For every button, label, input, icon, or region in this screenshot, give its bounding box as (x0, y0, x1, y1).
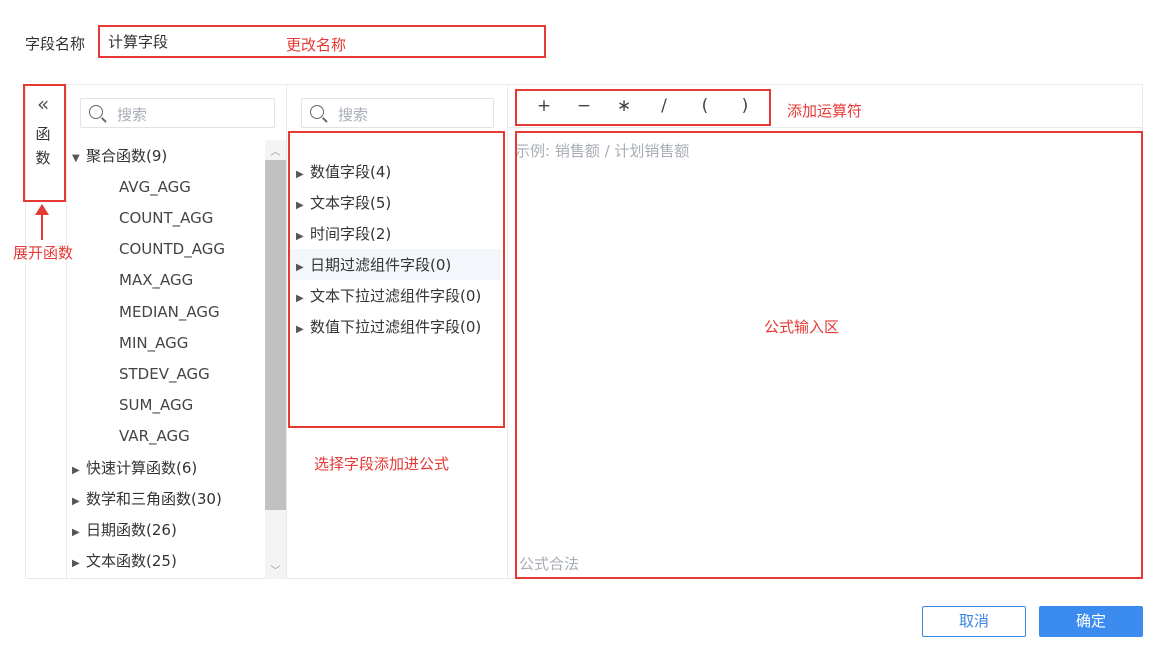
function-group-math[interactable]: ▶ 数学和三角函数(30) (72, 489, 222, 512)
caret-right-icon: ▶ (72, 465, 80, 476)
divider (507, 85, 508, 579)
function-group-date[interactable]: ▶ 日期函数(26) (72, 520, 177, 543)
search-icon (310, 105, 324, 119)
scroll-up-icon[interactable]: ︿ (265, 143, 286, 158)
scrollbar-thumb[interactable] (265, 160, 286, 510)
divider (66, 85, 67, 579)
function-group-quick-calc[interactable]: ▶ 快速计算函数(6) (72, 458, 197, 481)
search-placeholder: 搜索 (338, 106, 369, 124)
confirm-button[interactable]: 确定 (1039, 606, 1143, 637)
annotation-add-operator: 添加运算符 (787, 102, 863, 120)
annotation-rename: 更改名称 (286, 36, 347, 54)
annotation-box-operators (515, 89, 771, 126)
caret-right-icon: ▶ (72, 496, 80, 507)
search-icon (89, 105, 103, 119)
function-group-label: 聚合函数(9) (86, 147, 168, 165)
scroll-down-icon[interactable]: ﹀ (265, 562, 286, 577)
annotation-formula-area: 公式输入区 (764, 318, 840, 336)
function-group-aggregate[interactable]: ▼ 聚合函数(9) (72, 146, 167, 169)
function-item[interactable]: MIN_AGG (119, 333, 188, 353)
function-search-input[interactable]: 搜索 (80, 98, 275, 128)
annotation-box-fields (288, 131, 505, 428)
cancel-button[interactable]: 取消 (922, 606, 1026, 637)
annotation-box-formula (515, 131, 1143, 579)
function-group-label: 日期函数(26) (86, 521, 177, 539)
annotation-select-field: 选择字段添加进公式 (314, 455, 450, 473)
function-item[interactable]: MEDIAN_AGG (119, 302, 220, 322)
search-placeholder: 搜索 (117, 106, 148, 124)
function-group-text[interactable]: ▶ 文本函数(25) (72, 551, 177, 574)
function-group-label: 文本函数(25) (86, 552, 177, 570)
caret-right-icon: ▶ (72, 558, 80, 569)
function-item[interactable]: VAR_AGG (119, 426, 190, 446)
function-item[interactable]: MAX_AGG (119, 270, 193, 290)
function-item[interactable]: COUNT_AGG (119, 208, 213, 228)
function-group-label: 快速计算函数(6) (86, 459, 198, 477)
annotation-box-collapse (23, 84, 66, 202)
caret-down-icon: ▼ (72, 153, 80, 164)
annotation-expand-functions: 展开函数 (13, 244, 74, 262)
field-search-input[interactable]: 搜索 (301, 98, 494, 128)
arrow-shaft (41, 214, 43, 240)
function-item[interactable]: AVG_AGG (119, 177, 191, 197)
caret-right-icon: ▶ (72, 527, 80, 538)
divider (286, 85, 287, 579)
field-name-label: 字段名称 (25, 35, 86, 53)
function-item[interactable]: COUNTD_AGG (119, 239, 225, 259)
function-item[interactable]: STDEV_AGG (119, 364, 210, 384)
function-item[interactable]: SUM_AGG (119, 395, 193, 415)
function-group-label: 数学和三角函数(30) (86, 490, 222, 508)
